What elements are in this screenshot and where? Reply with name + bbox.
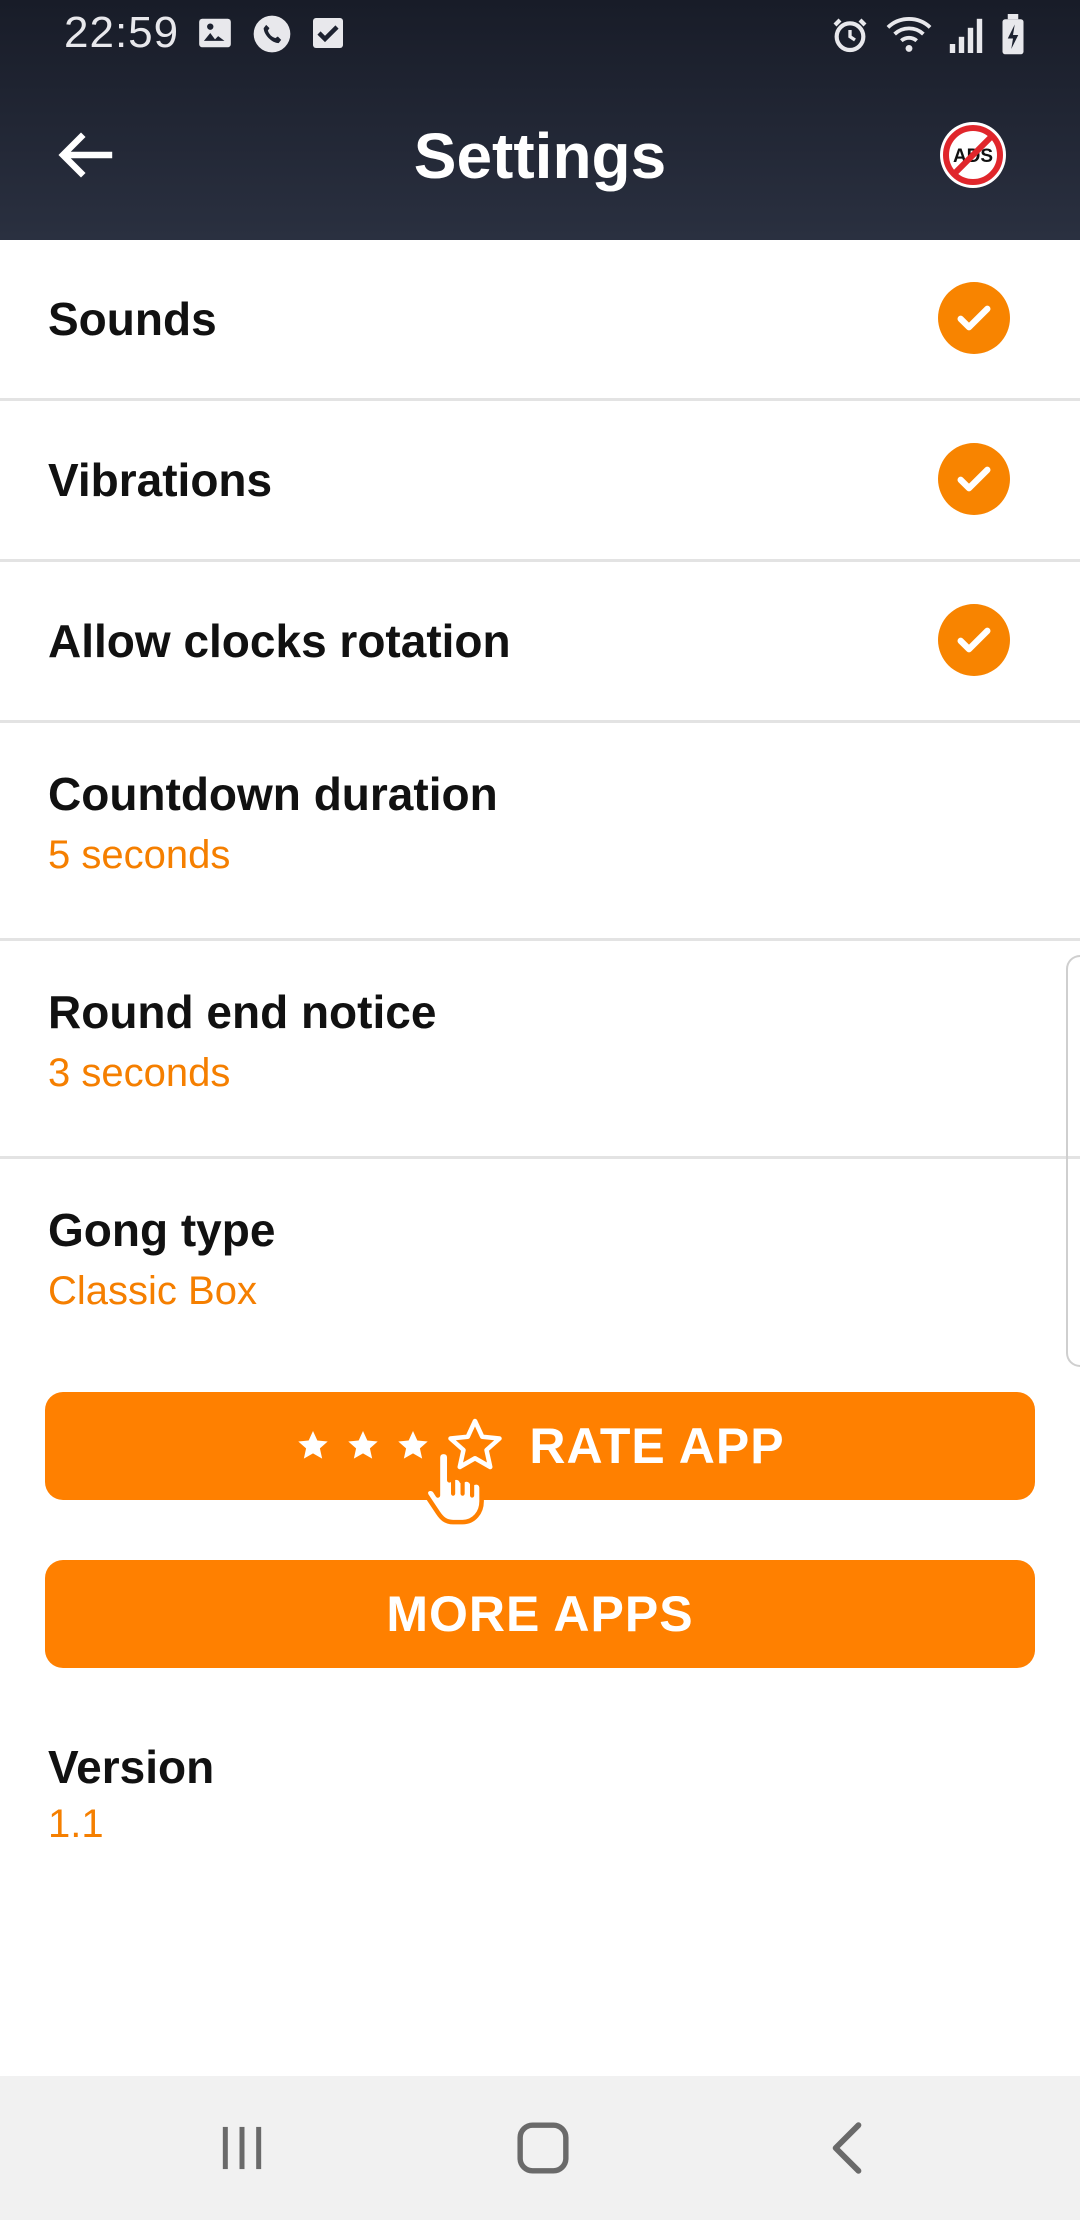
no-ads-icon: ADS xyxy=(940,122,1006,188)
signal-icon xyxy=(949,18,983,53)
setting-label: Vibrations xyxy=(48,454,273,506)
setting-value: 5 seconds xyxy=(48,833,231,877)
status-time: 22:59 xyxy=(64,8,180,57)
status-notifications xyxy=(196,14,346,54)
battery-charging-icon xyxy=(1002,14,1024,55)
status-system xyxy=(830,14,1026,56)
page-title: Settings xyxy=(413,120,667,192)
check-icon xyxy=(957,305,991,331)
recent-apps-icon xyxy=(222,2126,262,2170)
setting-label: Gong type xyxy=(48,1204,276,1256)
alarm-icon xyxy=(833,18,867,53)
rate-app-content: RATE APP xyxy=(295,1416,785,1525)
setting-label: Sounds xyxy=(48,293,217,345)
check-icon xyxy=(957,466,991,492)
setting-label: Allow clocks rotation xyxy=(48,615,511,667)
status-bar: 22:59 xyxy=(0,0,1080,72)
setting-version: Version 1.1 xyxy=(0,1710,1080,1870)
phone-icon xyxy=(253,15,291,53)
nav-back-button[interactable] xyxy=(806,2116,886,2180)
setting-rotation[interactable]: Allow clocks rotation xyxy=(0,562,1080,723)
setting-countdown[interactable]: Countdown duration 5 seconds xyxy=(0,723,1080,941)
setting-vibrations[interactable]: Vibrations xyxy=(0,401,1080,562)
star-icon xyxy=(298,1431,329,1459)
system-nav-bar xyxy=(0,2076,1080,2220)
setting-round-end[interactable]: Round end notice 3 seconds xyxy=(0,941,1080,1159)
setting-label: Round end notice xyxy=(48,986,437,1038)
home-button[interactable] xyxy=(503,2116,583,2180)
setting-sounds[interactable]: Sounds xyxy=(0,240,1080,401)
setting-value: Classic Box xyxy=(48,1269,257,1313)
toolbar: Settings ADS xyxy=(0,72,1080,240)
setting-label: Countdown duration xyxy=(48,768,498,820)
more-apps-button[interactable]: MORE APPS xyxy=(45,1560,1035,1668)
rate-app-label: RATE APP xyxy=(529,1418,785,1474)
check-icon xyxy=(957,627,991,653)
rate-app-button[interactable]: RATE APP xyxy=(45,1392,1035,1525)
star-icon xyxy=(348,1431,379,1459)
setting-value: 3 seconds xyxy=(48,1051,231,1095)
image-icon xyxy=(199,18,231,48)
wifi-icon xyxy=(886,17,932,52)
vibrations-checkbox[interactable] xyxy=(938,443,1010,515)
version-value: 1.1 xyxy=(48,1802,104,1846)
rotation-checkbox[interactable] xyxy=(938,604,1010,676)
app-header: 22:59 Settings xyxy=(0,0,1080,240)
setting-gong-type[interactable]: Gong type Classic Box xyxy=(0,1159,1080,1369)
more-apps-label: MORE APPS xyxy=(386,1586,694,1642)
back-button[interactable] xyxy=(40,110,130,200)
remove-ads-button[interactable]: ADS xyxy=(938,120,1008,190)
arrow-left-icon xyxy=(58,132,113,178)
version-label: Version xyxy=(48,1741,215,1793)
scrollbar[interactable] xyxy=(1066,955,1080,1367)
recent-apps-button[interactable] xyxy=(202,2116,282,2180)
checkbox-icon xyxy=(313,18,343,48)
chevron-left-icon xyxy=(832,2122,862,2174)
sounds-checkbox[interactable] xyxy=(938,282,1010,354)
home-icon xyxy=(517,2122,569,2174)
settings-list: Sounds Vibrations Allow clocks rotation … xyxy=(0,240,1080,1369)
tap-hand-icon xyxy=(423,1449,485,1525)
